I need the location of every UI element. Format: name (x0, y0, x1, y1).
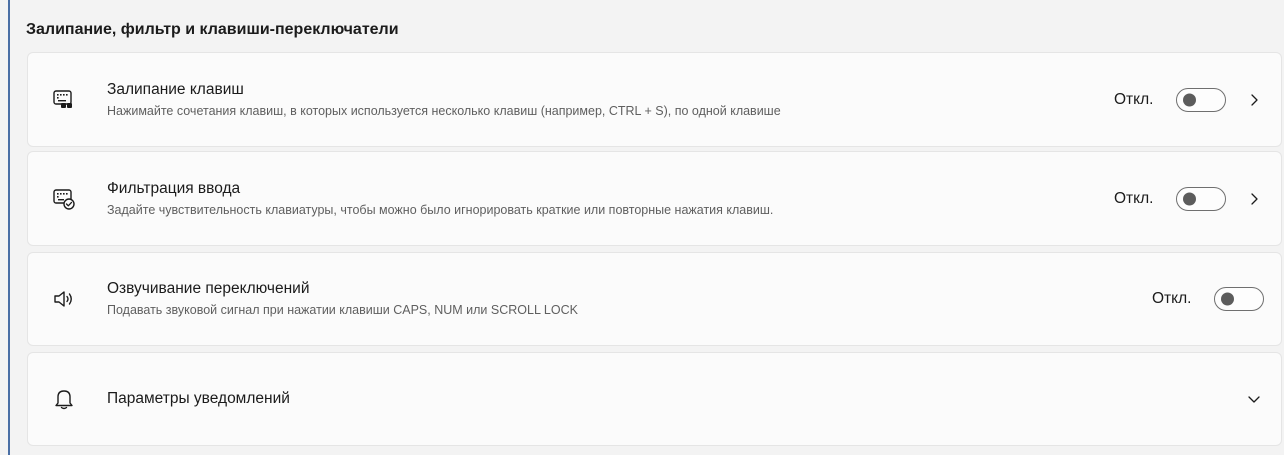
toggle-keys-text: Озвучивание переключений Подавать звуков… (107, 279, 578, 319)
toggle-keys-toggle[interactable] (1214, 287, 1264, 311)
sticky-keys-text: Залипание клавиш Нажимайте сочетания кла… (107, 80, 781, 120)
settings-window: Залипание, фильтр и клавиши-переключател… (8, 0, 1284, 455)
sticky-keys-icon (53, 89, 72, 108)
toggle-keys-state: Откл. (1152, 290, 1192, 307)
chevron-right-icon[interactable] (1246, 92, 1262, 108)
toggle-keys-card: Озвучивание переключений Подавать звуков… (27, 252, 1282, 346)
filter-keys-title: Фильтрация ввода (107, 179, 241, 197)
filter-keys-description: Задайте чувствительность клавиатуры, что… (107, 202, 774, 217)
notifications-card[interactable]: Параметры уведомлений (27, 352, 1282, 446)
filter-keys-state: Откл. (1114, 189, 1154, 207)
speaker-icon (54, 291, 72, 307)
notifications-text: Параметры уведомлений (107, 389, 290, 409)
chevron-down-icon[interactable] (1246, 391, 1262, 407)
bell-icon (55, 390, 73, 410)
toggle-knob (1183, 93, 1196, 106)
chevron-right-icon[interactable] (1246, 191, 1262, 207)
toggle-knob (1221, 292, 1234, 306)
filter-keys-toggle[interactable] (1176, 186, 1226, 211)
sticky-keys-title: Залипание клавиш (107, 80, 244, 98)
filter-keys-text: Фильтрация ввода Задайте чувствительност… (107, 179, 773, 219)
sticky-keys-card[interactable]: Залипание клавиш Нажимайте сочетания кла… (27, 52, 1282, 147)
sticky-keys-toggle[interactable] (1176, 87, 1226, 112)
toggle-keys-title: Озвучивание переключений (107, 280, 310, 297)
toggle-keys-description: Подавать звуковой сигнал при нажатии кла… (107, 303, 578, 317)
sticky-keys-description: Нажимайте сочетания клавиш, в которых ис… (107, 103, 781, 118)
section-title: Залипание, фильтр и клавиши-переключател… (26, 21, 399, 38)
notifications-title: Параметры уведомлений (107, 390, 290, 407)
toggle-knob (1183, 192, 1196, 205)
filter-keys-card[interactable]: Фильтрация ввода Задайте чувствительност… (27, 151, 1282, 246)
sticky-keys-state: Откл. (1114, 90, 1154, 108)
filter-keys-icon (53, 188, 75, 210)
